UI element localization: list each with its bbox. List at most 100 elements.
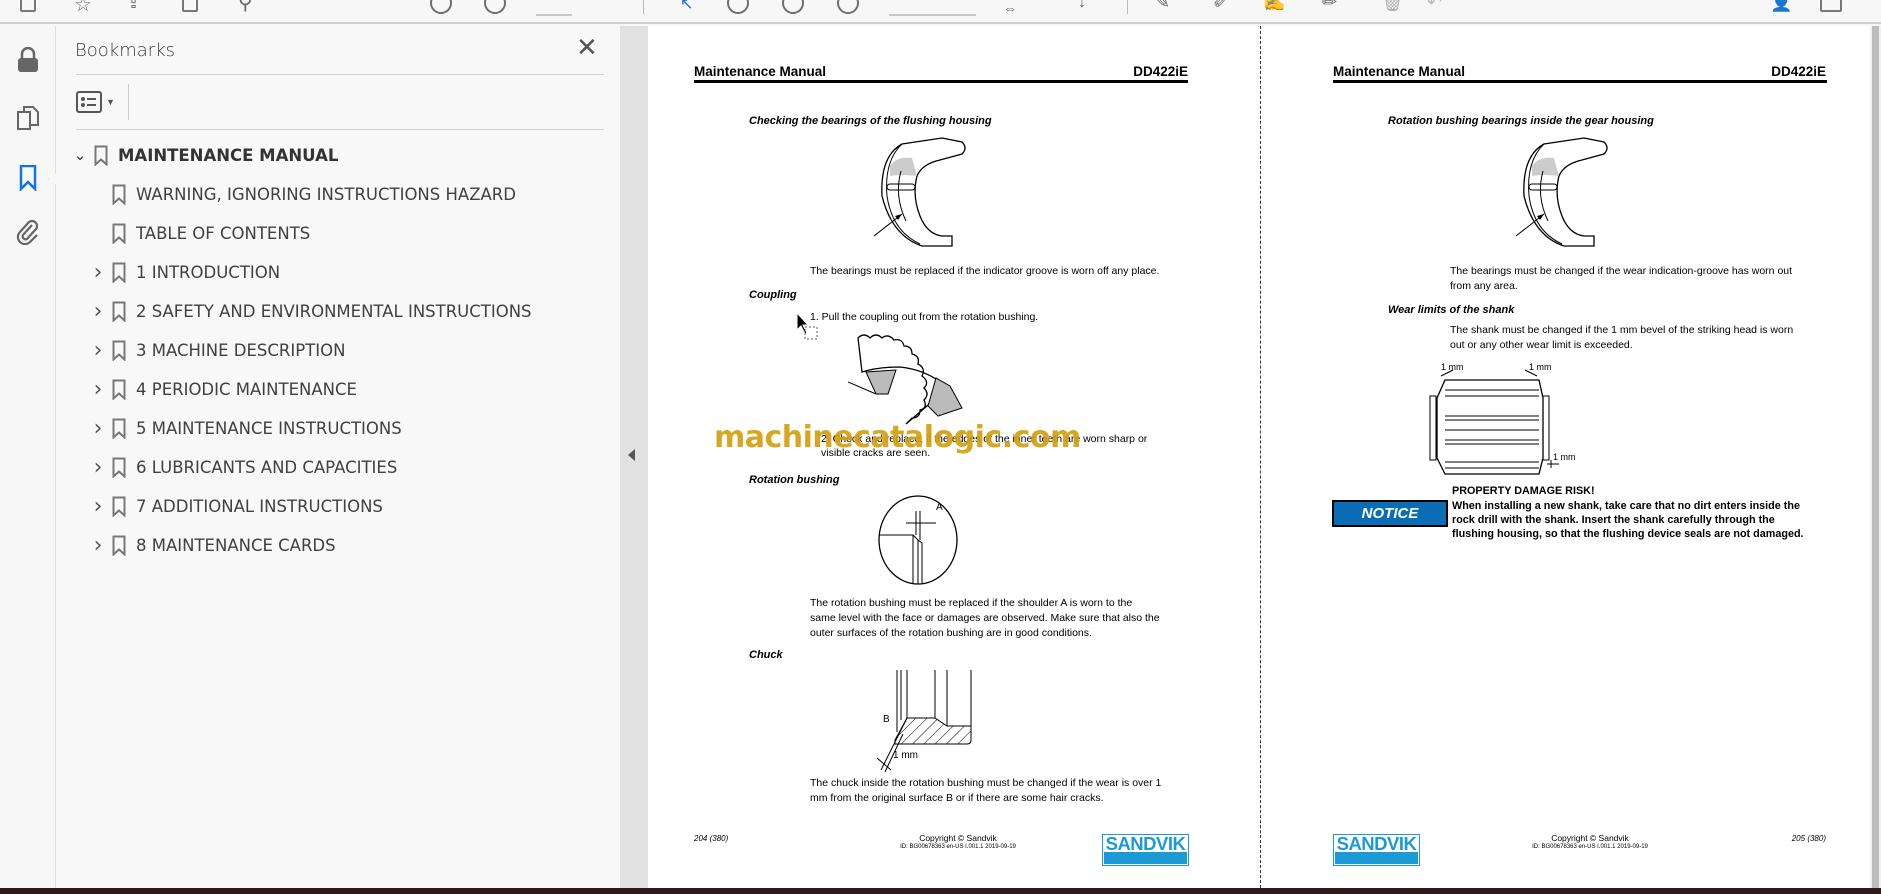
vertical-scrollbar[interactable] (1870, 26, 1881, 888)
edit-icon[interactable]: ✏ (1322, 0, 1337, 13)
chevron-right-icon[interactable]: › (88, 416, 108, 441)
header-title: Maintenance Manual (1333, 64, 1466, 79)
bookmark-label: 7 ADDITIONAL INSTRUCTIONS (136, 496, 383, 516)
chevron-right-icon[interactable]: › (88, 299, 108, 324)
paragraph: same level with the face or damages are … (810, 612, 1160, 624)
print-icon[interactable] (182, 0, 198, 12)
paragraph: The bearings must be replaced if the ind… (810, 265, 1160, 277)
bookmark-options-button[interactable]: ▼ (76, 88, 120, 116)
previous-page-icon[interactable] (430, 0, 452, 14)
chevron-right-icon[interactable]: › (88, 260, 108, 285)
bookmark-item[interactable]: › 4 PERIODIC MAINTENANCE (88, 374, 357, 404)
fit-width-icon[interactable]: ⇔ (1003, 0, 1017, 16)
header-title: Maintenance Manual (694, 64, 827, 79)
toolbar-divider (1127, 0, 1128, 14)
chevron-right-icon[interactable]: › (88, 377, 108, 402)
logo-text: SANDVIK (1105, 833, 1186, 854)
page-thumbnails-icon[interactable] (14, 104, 42, 132)
page-number: 204 (380) (694, 834, 728, 843)
dimension-label: 1 mm (1529, 362, 1552, 372)
section-heading: Coupling (749, 289, 797, 301)
bookmark-item[interactable]: TABLE OF CONTENTS (88, 218, 310, 248)
zoom-level-input[interactable] (889, 14, 976, 16)
undo-icon[interactable]: ↶ (1427, 0, 1442, 13)
toolbar: ☆ ⇪ ⚲ ↖ ⇔ ↓ ✎ ✐ ✍ ✏ 🗑 ↶ 👤 (0, 0, 1881, 24)
bookmark-item[interactable]: › 6 LUBRICANTS AND CAPACITIES (88, 452, 398, 482)
save-icon[interactable] (20, 0, 36, 12)
section-heading: Chuck (749, 649, 783, 661)
scrollbar-thumb[interactable] (1872, 26, 1879, 888)
panel-splitter[interactable] (620, 26, 648, 888)
chevron-right-icon[interactable]: › (88, 533, 108, 558)
bearing-illustration (1515, 137, 1608, 247)
bookmark-item[interactable]: › 5 MAINTENANCE INSTRUCTIONS (88, 413, 402, 443)
coupling-illustration (848, 334, 963, 425)
bookmark-icon (112, 262, 126, 283)
zoom-out-icon[interactable] (782, 0, 804, 14)
bookmark-icon (112, 184, 126, 205)
paragraph: from any area. (1450, 280, 1518, 292)
header-model: DD422iE (1133, 64, 1188, 79)
bookmark-label: TABLE OF CONTENTS (136, 223, 311, 243)
page-number-input[interactable] (536, 14, 572, 16)
page-number-value: 205 (1791, 834, 1806, 843)
comment-icon[interactable]: ✎ (1155, 0, 1170, 13)
paragraph: outer surfaces of the rotation bushing a… (810, 627, 1092, 639)
bookmark-item[interactable]: › 7 ADDITIONAL INSTRUCTIONS (88, 491, 383, 521)
bookmark-label: 3 MACHINE DESCRIPTION (136, 340, 346, 360)
bookmark-icon (112, 340, 126, 361)
mail-icon[interactable] (1820, 0, 1842, 12)
bookmark-icon (112, 535, 126, 556)
bookmark-icon (112, 301, 126, 322)
sign-icon[interactable]: ✍ (1263, 0, 1285, 13)
notice-text: When installing a new shank, take care t… (1452, 500, 1800, 512)
bookmark-item[interactable]: › 8 MAINTENANCE CARDS (88, 530, 336, 560)
bookmark-label: 4 PERIODIC MAINTENANCE (136, 379, 357, 399)
search-icon[interactable]: ⚲ (238, 0, 253, 15)
bookmarks-icon[interactable] (14, 164, 42, 192)
close-icon[interactable]: ✕ (576, 32, 598, 63)
section-heading: Rotation bushing bearings inside the gea… (1388, 115, 1654, 127)
header-model: DD422iE (1771, 64, 1826, 79)
bookmark-label: 1 INTRODUCTION (136, 262, 281, 282)
select-tool-icon[interactable]: ↖ (680, 0, 693, 14)
bookmark-item[interactable]: ⌄ MAINTENANCE MANUAL (70, 140, 338, 170)
chevron-right-icon[interactable]: › (88, 338, 108, 363)
chevron-down-icon[interactable]: ⌄ (70, 146, 90, 164)
section-heading: Wear limits of the shank (1388, 304, 1515, 316)
document-id: ID: BG00678363 en-US I.001.1 2019-09-19 (900, 844, 1016, 850)
shank-illustration (1429, 369, 1559, 475)
page-number: 205 (380) (1792, 834, 1826, 843)
header-rule (694, 80, 1188, 83)
notice-text: rock drill with the shank. Insert the sh… (1452, 514, 1775, 526)
star-icon[interactable]: ☆ (74, 0, 92, 17)
bookmark-item[interactable]: › 1 INTRODUCTION (88, 257, 280, 287)
next-page-icon[interactable] (484, 0, 506, 14)
notice-badge: NOTICE (1332, 500, 1448, 527)
mouse-cursor-icon (796, 312, 818, 340)
upload-icon[interactable]: ⇪ (126, 0, 141, 13)
delete-icon[interactable]: 🗑 (1381, 0, 1404, 13)
zoom-in-icon[interactable] (837, 0, 859, 14)
bookmark-item[interactable]: › 2 SAFETY AND ENVIRONMENTAL INSTRUCTIONS (88, 296, 532, 326)
bookmark-item[interactable]: › 3 MACHINE DESCRIPTION (88, 335, 346, 365)
copyright-text: Copyright © Sandvik (919, 833, 997, 843)
paragraph: The shank must be changed if the 1 mm be… (1450, 324, 1794, 336)
scroll-mode-icon[interactable]: ↓ (1078, 0, 1086, 12)
hand-tool-icon[interactable] (727, 0, 749, 14)
pdf-page-205: Maintenance Manual DD422iE Rotation bush… (1261, 26, 1870, 888)
pdf-page-204: Maintenance Manual DD422iE Checking the … (648, 26, 1260, 888)
bookmark-item[interactable]: WARNING, IGNORING INSTRUCTIONS HAZARD (88, 179, 516, 209)
taskbar-edge (0, 888, 1881, 894)
bookmark-icon (112, 379, 126, 400)
page-total: (380) (1807, 834, 1826, 843)
paragraph: out or any other wear limit is exceeded. (1450, 339, 1633, 351)
highlight-icon[interactable]: ✐ (1213, 0, 1228, 13)
collapse-panel-arrow-icon[interactable] (628, 449, 635, 461)
share-user-icon[interactable]: 👤 (1770, 0, 1792, 13)
paperclip-icon[interactable] (14, 218, 42, 246)
watermark: machinecatalogic.com (714, 420, 1081, 455)
lock-icon[interactable] (14, 46, 42, 74)
chevron-right-icon[interactable]: › (88, 455, 108, 480)
chevron-right-icon[interactable]: › (88, 494, 108, 519)
